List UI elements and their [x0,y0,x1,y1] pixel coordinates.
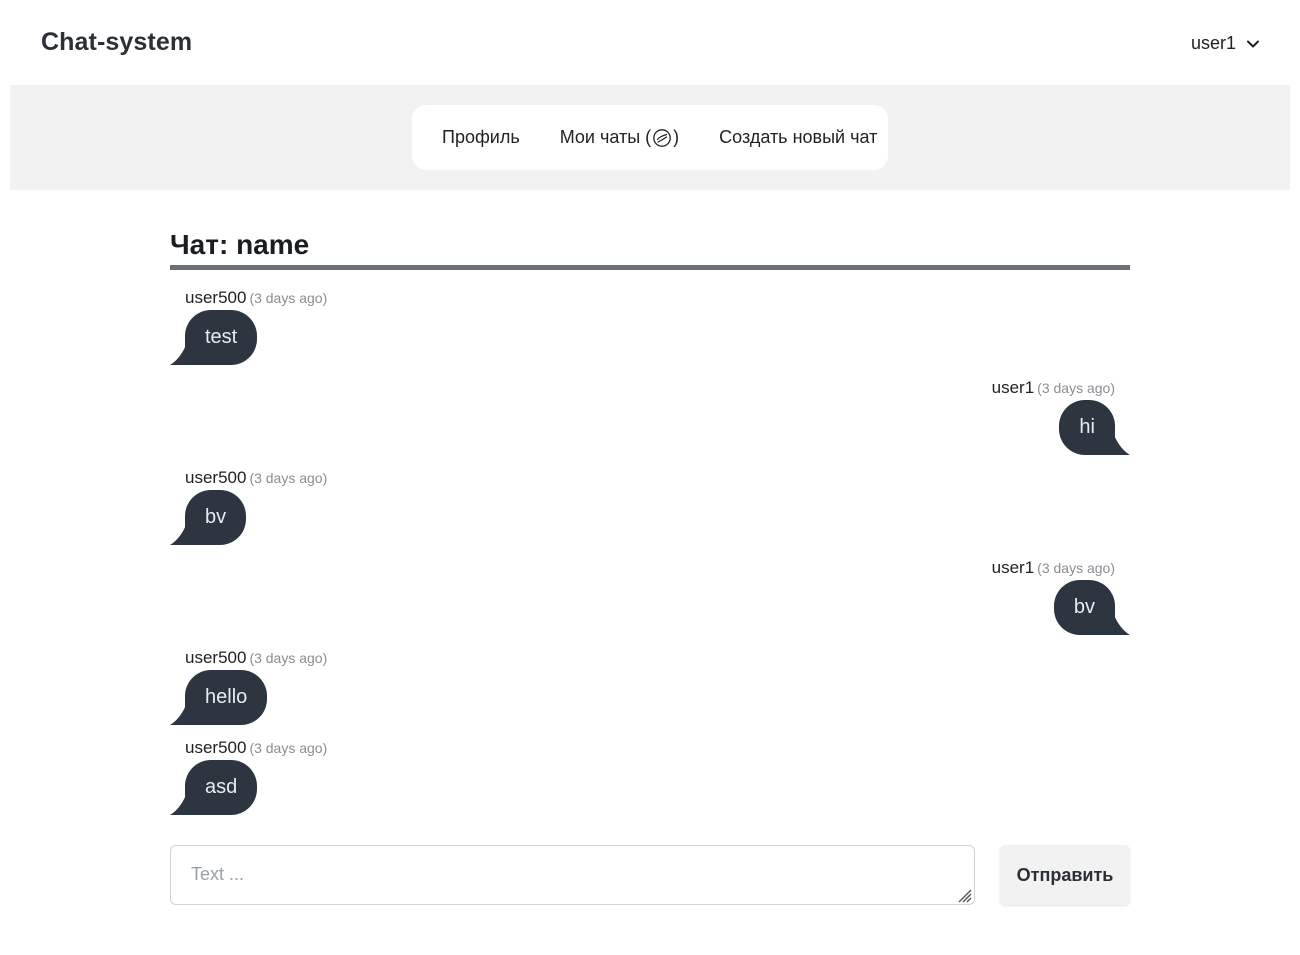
message-item: user1 (3 days ago) hi [170,375,1130,465]
nav-profile[interactable]: Профиль [442,127,520,148]
message-time: (3 days ago) [1037,560,1115,576]
chat-header: Чат: name [170,226,1130,270]
message-input[interactable] [170,845,975,905]
nav-my-chats[interactable]: Мои чаты ( ) [560,127,679,148]
message-time: (3 days ago) [249,740,328,756]
message-item: user1 (3 days ago) bv [170,555,1130,645]
message-bubble: bv [185,490,247,545]
message-composer: Отправить [170,845,1130,905]
message-bubble: bv [1053,580,1115,635]
message-time: (3 days ago) [249,650,328,666]
chat-bubbles-icon [653,128,672,147]
user-menu[interactable]: user1 [1191,33,1260,54]
message-bubble: hello [185,670,268,725]
message-bubble: asd [185,760,258,815]
brand-logo-text[interactable]: Chat-system [41,28,192,57]
message-list: user500 (3 days ago) test user1 (3 days ag… [170,285,1130,825]
message-meta: user500 (3 days ago) [185,468,327,488]
message-time: (3 days ago) [249,290,328,306]
message-author: user1 [991,558,1035,577]
user-menu-name: user1 [1190,33,1236,53]
message-author: user500 [185,738,247,757]
nav-my-chats-label: Мои чаты ( [559,127,652,147]
chat-title: Чат: name [170,229,310,260]
message-meta: user500 (3 days ago) [185,738,327,758]
top-header: Chat-system user1 [0,0,1300,85]
message-author: user500 [185,288,247,307]
message-item: user500 (3 days ago) bv [170,465,1130,555]
message-item: user500 (3 days ago) hello [170,645,1130,735]
message-author: user1 [991,378,1035,397]
message-meta: user1 (3 days ago) [992,558,1115,578]
chevron-down-icon [1247,40,1259,47]
nav-create-chat[interactable]: Создать новый чат [719,127,877,148]
message-time: (3 days ago) [1037,380,1115,396]
title-divider [170,265,1130,270]
message-item: user500 (3 days ago) asd [170,735,1130,825]
main-nav: Профиль Мои чаты ( ) Создать новый чат [412,105,888,170]
message-meta: user500 (3 days ago) [185,648,327,668]
resize-grip-icon[interactable] [954,885,972,903]
send-button[interactable]: Отправить [1000,845,1130,905]
message-author: user500 [185,468,247,487]
message-meta: user500 (3 days ago) [185,288,327,308]
message-item: user500 (3 days ago) test [170,285,1130,375]
message-meta: user1 (3 days ago) [992,378,1115,398]
message-time: (3 days ago) [249,470,328,486]
message-bubble: test [185,310,258,365]
message-bubble: hi [1059,400,1115,455]
nav-band: Профиль Мои чаты ( ) Создать новый чат [10,85,1290,190]
message-author: user500 [185,648,247,667]
nav-my-chats-label-end: ) [673,127,680,147]
